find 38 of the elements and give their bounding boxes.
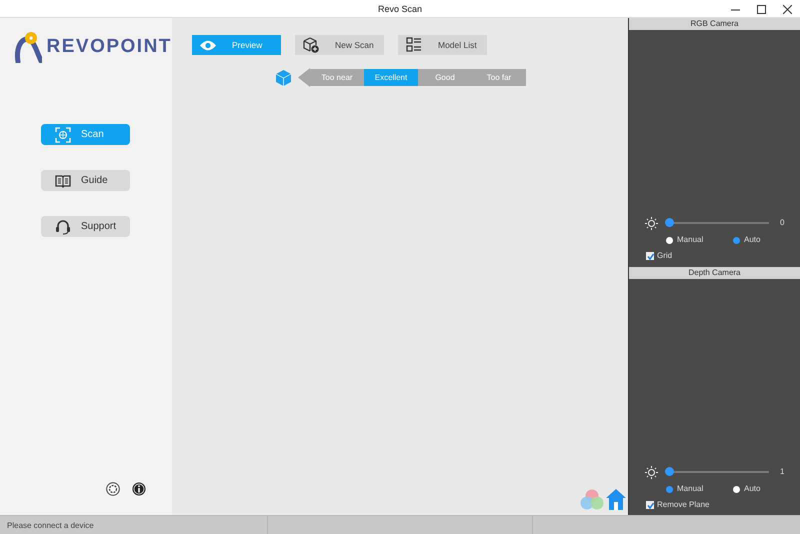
arrow-head-icon xyxy=(298,68,310,87)
checkbox-option[interactable]: Remove Plane xyxy=(646,499,710,511)
sidebar-item[interactable]: Guide xyxy=(41,170,130,191)
radio-option[interactable]: Manual xyxy=(666,234,733,246)
maximize-icon[interactable] xyxy=(756,4,766,14)
panel-title: RGB Camera xyxy=(690,19,738,28)
toolbar-button[interactable]: Model List xyxy=(398,35,487,55)
logo-text: REVOPOINT xyxy=(46,34,172,59)
cube-plus-icon xyxy=(303,37,319,53)
slider-thumb[interactable] xyxy=(665,218,674,227)
slider-value: 1 xyxy=(780,466,784,478)
radio-option[interactable]: Auto xyxy=(733,234,800,246)
status-message: Please connect a device xyxy=(7,521,94,530)
sidebar-item[interactable]: Support xyxy=(41,216,130,237)
slider-value: 0 xyxy=(780,217,784,229)
scan-icon xyxy=(55,126,71,142)
panel-title: Depth Camera xyxy=(688,268,741,277)
checkmark-icon xyxy=(646,502,654,508)
toolbar-button[interactable]: New Scan xyxy=(295,35,384,55)
eye-icon xyxy=(200,40,216,50)
info-icon[interactable] xyxy=(132,482,146,496)
brightness-icon xyxy=(645,466,658,478)
brightness-icon xyxy=(645,216,658,230)
list-icon xyxy=(406,37,422,53)
logo-icon xyxy=(14,31,42,63)
settings-icon[interactable] xyxy=(106,482,120,496)
book-icon xyxy=(55,174,71,188)
cube-icon xyxy=(276,70,291,86)
checkbox-option[interactable]: Grid xyxy=(646,250,672,262)
close-icon[interactable] xyxy=(782,4,792,14)
headset-icon xyxy=(55,218,71,234)
radio-option[interactable]: Auto xyxy=(733,483,800,495)
radio-option[interactable]: Manual xyxy=(666,483,733,495)
slider-thumb[interactable] xyxy=(665,467,674,476)
colors-icon xyxy=(580,488,604,510)
window-title: Revo Scan xyxy=(378,3,422,16)
home-icon[interactable] xyxy=(606,488,626,510)
checkmark-icon xyxy=(646,252,654,260)
